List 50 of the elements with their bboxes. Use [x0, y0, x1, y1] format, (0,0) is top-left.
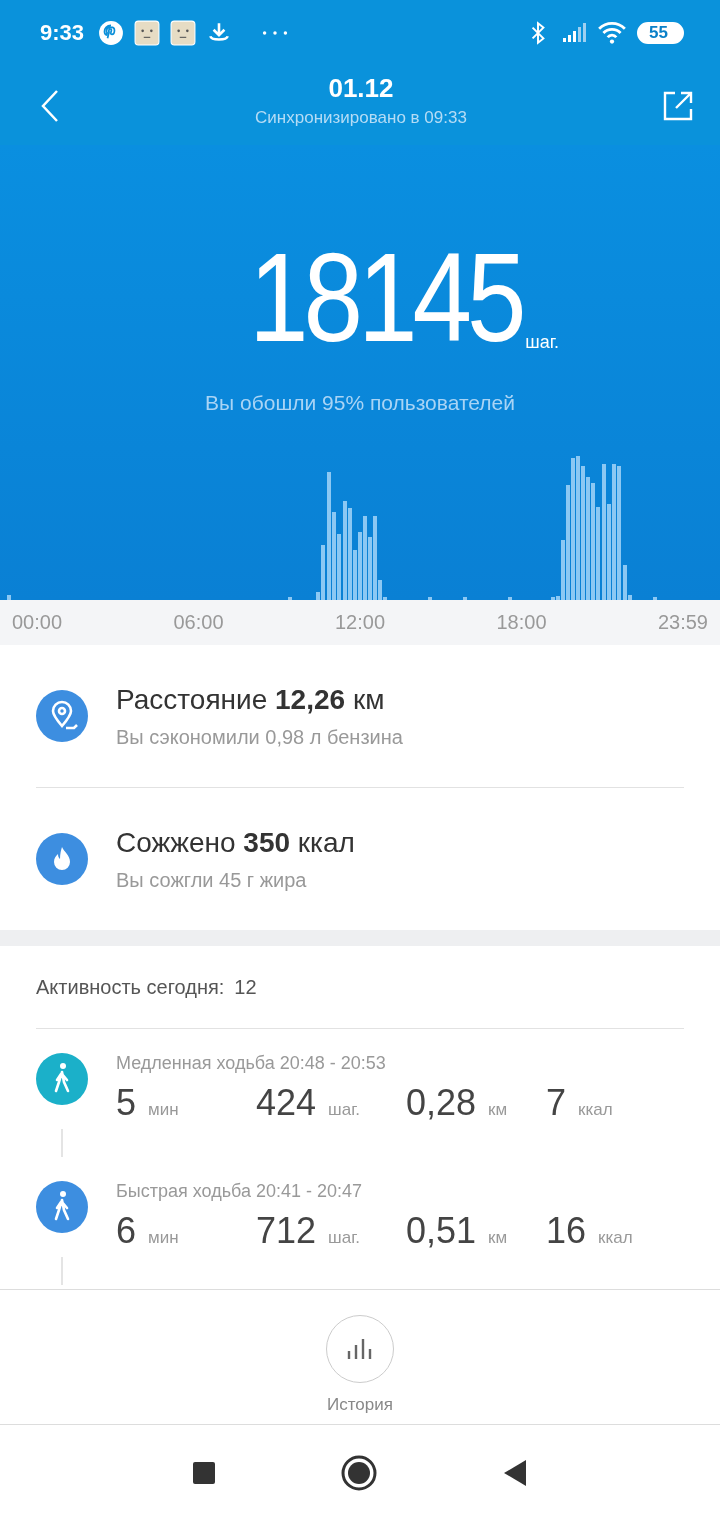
stat-unit: шаг.	[328, 1228, 361, 1248]
step-count: 18145	[248, 243, 522, 353]
stat-unit: км	[488, 1228, 508, 1248]
activity-label: Активность сегодня:	[36, 975, 225, 999]
stat-unit: км	[488, 1100, 508, 1120]
home-button[interactable]	[341, 1454, 377, 1491]
robot-face-icon	[134, 20, 161, 46]
stat-unit: мин	[148, 1100, 179, 1120]
histogram-bar	[7, 595, 11, 600]
stat-value: 5	[116, 1082, 137, 1124]
stat-unit: шаг.	[328, 1100, 361, 1120]
stat-value: 6	[116, 1210, 137, 1252]
time-label: 00:00	[12, 611, 63, 634]
more-icon	[262, 30, 289, 36]
summary-subtitle: Вы сожгли 45 г жира	[116, 868, 308, 892]
share-button[interactable]	[662, 89, 694, 122]
date-title: 01.12	[327, 73, 395, 104]
location-pin-icon	[36, 690, 88, 742]
stat-unit: мин	[148, 1228, 179, 1248]
time-label: 12:00	[334, 611, 386, 634]
time-label: 18:00	[496, 611, 547, 634]
stat-value: 16	[546, 1210, 587, 1252]
stat-value: 7	[546, 1082, 567, 1124]
status-time: 9:33	[40, 20, 85, 46]
battery-indicator: 55	[637, 22, 684, 44]
back-button[interactable]	[40, 88, 60, 123]
wifi-icon	[597, 21, 628, 45]
ranking-note: Вы обошли 95% пользователей	[205, 391, 515, 415]
stat-value: 0,51	[406, 1210, 477, 1252]
stat-unit: ккал	[598, 1228, 633, 1248]
flame-icon	[36, 833, 88, 885]
robot-face-icon	[170, 20, 197, 46]
history-label: История	[327, 1395, 393, 1415]
step-unit: шаг.	[525, 332, 560, 353]
time-label: 23:59	[657, 611, 708, 634]
activity-title: Медленная ходьба 20:48 - 20:53	[116, 1053, 387, 1074]
time-label: 06:00	[173, 611, 224, 634]
stat-value: 424	[256, 1082, 317, 1124]
recent-apps-button[interactable]	[192, 1460, 216, 1485]
summary-title: Расстояние 12,26 км	[116, 683, 386, 716]
activity-title: Быстрая ходьба 20:41 - 20:47	[116, 1181, 364, 1202]
bar-chart-icon	[346, 1337, 374, 1361]
summary-subtitle: Вы сэкономили 0,98 л бензина	[116, 725, 403, 749]
stat-unit: ккал	[578, 1100, 613, 1120]
stat-value: 0,28	[406, 1082, 477, 1124]
activity-count: 12	[234, 975, 257, 999]
stat-value: 712	[256, 1210, 317, 1252]
sync-status: Синхронизировано в 09:33	[254, 108, 468, 128]
summary-title: Сожжено 350 ккал	[116, 826, 355, 859]
back-nav-button[interactable]	[502, 1458, 528, 1487]
